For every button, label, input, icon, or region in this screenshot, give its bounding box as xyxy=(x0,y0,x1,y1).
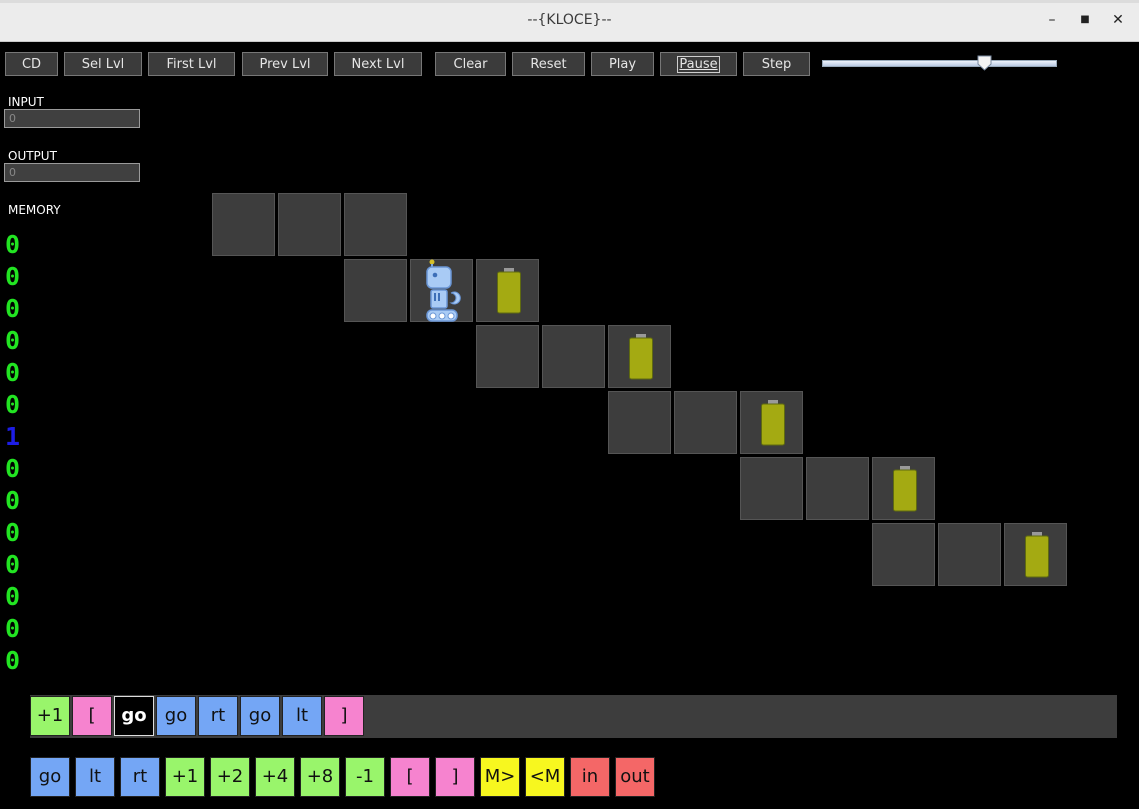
program-cmd[interactable]: go xyxy=(156,696,196,736)
floor-tile xyxy=(344,193,407,256)
select-level-button[interactable]: Sel Lvl xyxy=(64,52,142,76)
palette-minus-1[interactable]: -1 xyxy=(345,757,385,797)
taskbar-strip xyxy=(0,0,1139,3)
pause-button[interactable]: Pause xyxy=(660,52,737,76)
floor-tile xyxy=(938,523,1001,586)
memory-cell: 0 xyxy=(5,390,21,419)
memory-list: 0 0 0 0 0 0 1 0 0 0 0 0 0 0 xyxy=(5,232,20,680)
palette-plus-2[interactable]: +2 xyxy=(210,757,250,797)
first-level-button[interactable]: First Lvl xyxy=(148,52,235,76)
floor-tile xyxy=(608,391,671,454)
memory-cell: 0 xyxy=(5,582,21,611)
memory-cell: 0 xyxy=(5,326,21,355)
memory-cell: 0 xyxy=(5,454,21,483)
window-title: --{KLOCE}-- xyxy=(527,12,612,28)
floor-tile xyxy=(872,523,935,586)
play-button[interactable]: Play xyxy=(591,52,654,76)
memory-label: MEMORY xyxy=(8,203,61,217)
palette-plus-8[interactable]: +8 xyxy=(300,757,340,797)
pause-button-label: Pause xyxy=(677,56,720,73)
floor-tile xyxy=(212,193,275,256)
memory-cell: 0 xyxy=(5,486,21,515)
palette-loop-open[interactable]: [ xyxy=(390,757,430,797)
speed-slider-thumb[interactable] xyxy=(977,55,992,71)
minimize-icon[interactable]: – xyxy=(1043,11,1061,29)
memory-cell: 0 xyxy=(5,358,21,387)
floor-tile xyxy=(476,325,539,388)
maximize-icon[interactable]: ■ xyxy=(1076,11,1094,29)
program-cmd[interactable]: rt xyxy=(198,696,238,736)
palette-go[interactable]: go xyxy=(30,757,70,797)
program-cmd[interactable]: +1 xyxy=(30,696,70,736)
palette-rt[interactable]: rt xyxy=(120,757,160,797)
program-cmd[interactable]: lt xyxy=(282,696,322,736)
battery-icon xyxy=(497,268,521,314)
palette-loop-close[interactable]: ] xyxy=(435,757,475,797)
floor-tile xyxy=(674,391,737,454)
palette-out[interactable]: out xyxy=(615,757,655,797)
next-level-button[interactable]: Next Lvl xyxy=(334,52,422,76)
reset-button[interactable]: Reset xyxy=(512,52,585,76)
floor-tile xyxy=(740,457,803,520)
robot-icon xyxy=(426,259,461,322)
memory-cell: 0 xyxy=(5,230,21,259)
battery-icon xyxy=(629,334,653,380)
palette-mem-right[interactable]: M> xyxy=(480,757,520,797)
floor-tile xyxy=(278,193,341,256)
program-cmd[interactable]: go xyxy=(240,696,280,736)
previous-level-button[interactable]: Prev Lvl xyxy=(242,52,328,76)
floor-tile xyxy=(542,325,605,388)
battery-icon xyxy=(1025,532,1049,578)
title-bar: --{KLOCE}-- – ■ ✕ xyxy=(0,0,1139,42)
output-label: OUTPUT xyxy=(8,149,57,163)
speed-slider-track[interactable] xyxy=(822,60,1057,67)
output-field[interactable]: 0 xyxy=(4,163,140,182)
program-cmd-current[interactable]: go xyxy=(114,696,154,736)
memory-cell-active: 1 xyxy=(5,422,21,451)
cd-button[interactable]: CD xyxy=(5,52,58,76)
floor-tile xyxy=(344,259,407,322)
palette-plus-4[interactable]: +4 xyxy=(255,757,295,797)
memory-cell: 0 xyxy=(5,646,21,675)
memory-cell: 0 xyxy=(5,518,21,547)
close-icon[interactable]: ✕ xyxy=(1109,11,1127,29)
memory-cell: 0 xyxy=(5,294,21,323)
battery-icon xyxy=(761,400,785,446)
step-button[interactable]: Step xyxy=(743,52,810,76)
battery-icon xyxy=(893,466,917,512)
program-cmd[interactable]: [ xyxy=(72,696,112,736)
floor-tile xyxy=(806,457,869,520)
palette-mem-left[interactable]: <M xyxy=(525,757,565,797)
palette-lt[interactable]: lt xyxy=(75,757,115,797)
clear-button[interactable]: Clear xyxy=(435,52,506,76)
memory-cell: 0 xyxy=(5,614,21,643)
input-field[interactable]: 0 xyxy=(4,109,140,128)
input-label: INPUT xyxy=(8,95,44,109)
palette-plus-1[interactable]: +1 xyxy=(165,757,205,797)
palette-in[interactable]: in xyxy=(570,757,610,797)
memory-cell: 0 xyxy=(5,262,21,291)
memory-cell: 0 xyxy=(5,550,21,579)
program-cmd[interactable]: ] xyxy=(324,696,364,736)
